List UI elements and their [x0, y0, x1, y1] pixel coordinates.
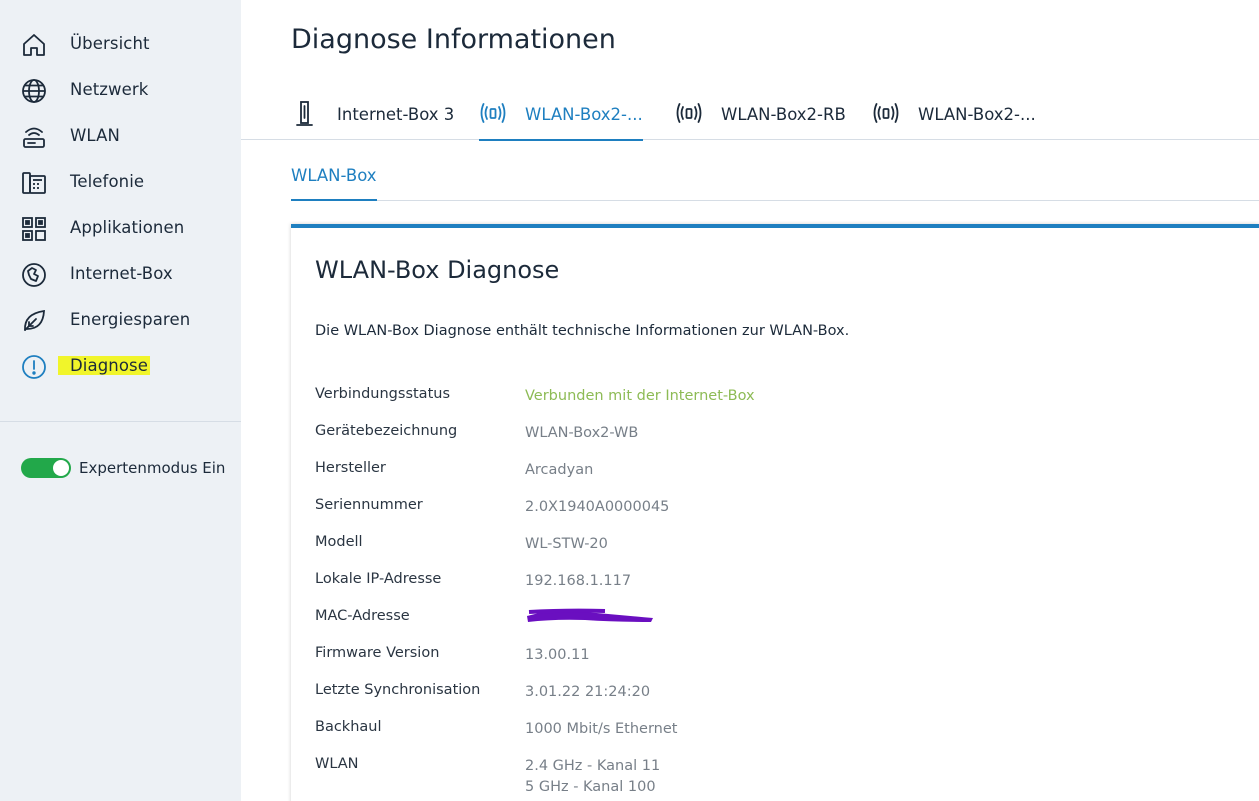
info-key: Backhaul: [315, 719, 382, 735]
wifi-router-icon: [20, 123, 48, 151]
sidebar-item-uebersicht[interactable]: Übersicht: [0, 24, 241, 64]
sidebar: Übersicht Netzwerk WLAN Telefonie Applik…: [0, 0, 241, 801]
phone-icon: [20, 169, 48, 197]
info-value: 3.01.22 21:24:20: [525, 684, 651, 700]
info-value: 192.168.1.117: [525, 573, 632, 589]
info-key: Gerätebezeichnung: [315, 423, 458, 439]
tab-wlan-box2-3[interactable]: WLAN-Box2-...: [872, 88, 1036, 140]
tab-wlan-box2-1[interactable]: WLAN-Box2-...: [479, 88, 643, 141]
sidebar-item-applikationen[interactable]: Applikationen: [0, 208, 241, 248]
sidebar-item-wlan[interactable]: WLAN: [0, 116, 241, 156]
sidebar-item-telefonie[interactable]: Telefonie: [0, 162, 241, 202]
sidebar-item-energiesparen[interactable]: Energiesparen: [0, 300, 241, 340]
card-description: Die WLAN-Box Diagnose enthält technische…: [315, 323, 850, 339]
wlan-antenna-icon: [479, 100, 507, 128]
info-key: WLAN: [315, 756, 359, 772]
diagnose-card: WLAN-Box Diagnose Die WLAN-Box Diagnose …: [291, 224, 1259, 801]
toggle-knob: [53, 460, 69, 476]
info-value: 1000 Mbit/s Ethernet: [525, 721, 678, 737]
info-value: 13.00.11: [525, 647, 590, 663]
leaf-icon: [20, 307, 48, 335]
info-value: Arcadyan: [525, 462, 594, 478]
expert-mode-label: Expertenmodus Ein: [79, 459, 226, 477]
info-key: Lokale IP-Adresse: [315, 571, 442, 587]
tab-wlan-box2-rb[interactable]: WLAN-Box2-RB: [675, 88, 846, 140]
tab-wlan-box[interactable]: WLAN-Box: [291, 166, 377, 201]
device-tabs: Internet-Box 3 WLAN-Box2-... WLAN-Box2-R: [241, 88, 1259, 141]
wlan-band-5: 5 GHz - Kanal 100: [525, 779, 656, 795]
sidebar-item-label: WLAN: [70, 126, 120, 145]
redaction-scribble: [527, 608, 653, 622]
info-key: Verbindungsstatus: [315, 386, 450, 402]
info-value: WL-STW-20: [525, 536, 608, 552]
sidebar-item-label: Telefonie: [70, 172, 145, 191]
expert-mode-toggle[interactable]: [21, 458, 71, 478]
sidebar-item-label: Energiesparen: [70, 310, 191, 329]
internet-box-icon: [20, 261, 48, 289]
info-value: 2.4 GHz - Kanal 11 5 GHz - Kanal 100: [525, 756, 660, 798]
info-key: Modell: [315, 534, 363, 550]
info-key: MAC-Adresse: [315, 608, 410, 624]
card-title: WLAN-Box Diagnose: [315, 256, 560, 284]
info-key: Seriennummer: [315, 497, 423, 513]
sidebar-divider: [0, 421, 241, 422]
device-tab-label: WLAN-Box2-...: [525, 104, 643, 124]
info-value: 2.0X1940A0000045: [525, 499, 670, 515]
info-key: Hersteller: [315, 460, 386, 476]
tab-internet-box-3[interactable]: Internet-Box 3: [291, 88, 454, 140]
sidebar-item-internet-box[interactable]: Internet-Box: [0, 254, 241, 294]
apps-grid-icon: [20, 215, 48, 243]
device-tab-label: Internet-Box 3: [337, 104, 455, 124]
globe-icon: [20, 77, 48, 105]
info-key: Firmware Version: [315, 645, 440, 661]
wlan-antenna-icon: [872, 100, 900, 128]
connection-status-value: Verbunden mit der Internet-Box: [525, 388, 755, 404]
sidebar-item-label: Netzwerk: [70, 80, 149, 99]
sidebar-item-label: Übersicht: [70, 34, 150, 53]
sidebar-item-netzwerk[interactable]: Netzwerk: [0, 70, 241, 110]
sidebar-item-label: Internet-Box: [70, 264, 173, 283]
sidebar-item-label: Applikationen: [70, 218, 185, 237]
device-tab-label: WLAN-Box2-...: [918, 104, 1036, 124]
sub-tabs: WLAN-Box: [291, 158, 1259, 201]
home-icon: [20, 31, 48, 59]
device-tab-label: WLAN-Box2-RB: [721, 104, 846, 124]
wlan-antenna-icon: [675, 100, 703, 128]
expert-mode-toggle-row[interactable]: Expertenmodus Ein: [21, 458, 225, 478]
page-title: Diagnose Informationen: [291, 24, 616, 55]
wlan-band-24: 2.4 GHz - Kanal 11: [525, 758, 661, 774]
info-value: WLAN-Box2-WB: [525, 425, 639, 441]
exclamation-circle-icon: [20, 353, 48, 381]
sidebar-item-diagnose[interactable]: Diagnose: [0, 346, 241, 386]
internet-box-device-icon: [291, 100, 319, 128]
sidebar-item-label: Diagnose: [58, 356, 150, 375]
info-key: Letzte Synchronisation: [315, 682, 481, 698]
